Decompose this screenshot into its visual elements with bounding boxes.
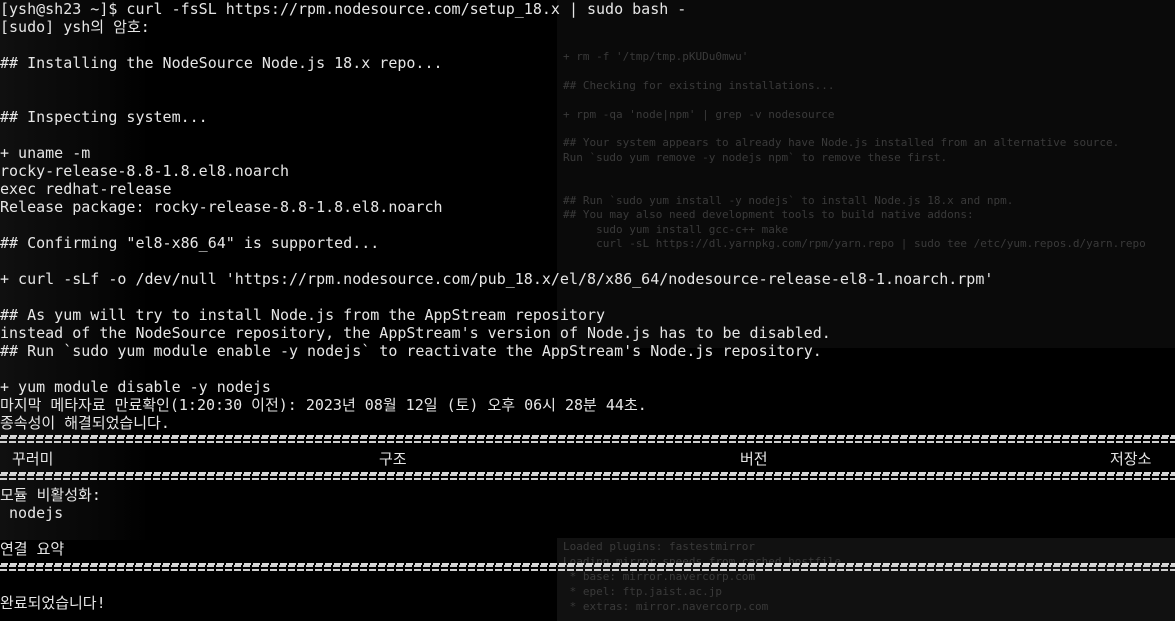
terminal-line: [sudo] ysh의 암호: (0, 18, 150, 36)
col-header-repository: 저장소 (1110, 450, 1152, 468)
terminal-line: nodejs (0, 504, 64, 522)
terminal-line: 마지막 메타자료 만료확인(1:20:30 이전): 2023년 08월 12일… (0, 396, 647, 414)
terminal-line: instead of the NodeSource repository, th… (0, 324, 831, 342)
summary-rule (0, 563, 1175, 573)
terminal-line: ## As yum will try to install Node.js fr… (0, 306, 606, 324)
terminal-line: + uname -m (0, 144, 91, 162)
terminal-line: ## Inspecting system... (0, 108, 208, 126)
terminal-line: 종속성이 해결되었습니다. (0, 414, 170, 432)
terminal-line: 연결 요약 (0, 540, 65, 558)
terminal-output[interactable]: [ysh@sh23 ~]$ curl -fsSL https://rpm.nod… (0, 0, 1175, 621)
terminal-line: ## Installing the NodeSource Node.js 18.… (0, 54, 443, 72)
terminal-line: [ysh@sh23 ~]$ curl -fsSL https://rpm.nod… (0, 0, 687, 18)
terminal-line: ## Confirming "el8-x86_64" is supported.… (0, 234, 380, 252)
table-rule-top (0, 435, 1175, 445)
terminal-line: 완료되었습니다! (0, 594, 106, 612)
terminal-line: 모듈 비활성화: (0, 486, 101, 504)
table-rule-middle (0, 472, 1175, 482)
terminal-line: + yum module disable -y nodejs (0, 378, 271, 396)
col-header-arch: 구조 (379, 450, 407, 468)
col-header-version: 버전 (740, 450, 768, 468)
terminal-line: exec redhat-release (0, 180, 172, 198)
terminal-line: Release package: rocky-release-8.8-1.8.e… (0, 198, 443, 216)
terminal-line: ## Run `sudo yum module enable -y nodejs… (0, 342, 822, 360)
col-header-package: 꾸러미 (12, 450, 54, 468)
terminal-line: + curl -sLf -o /dev/null 'https://rpm.no… (0, 270, 994, 288)
terminal-line: rocky-release-8.8-1.8.el8.noarch (0, 162, 289, 180)
